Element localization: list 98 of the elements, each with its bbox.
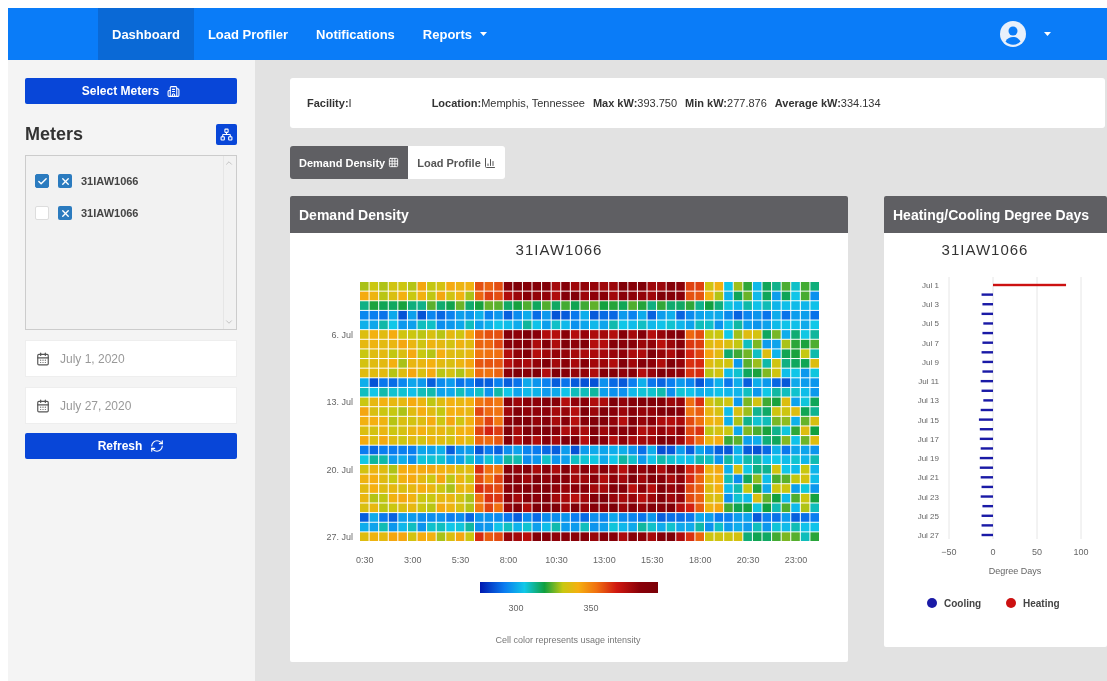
axis-label: Jul 21	[917, 473, 939, 483]
axis-label: Jul 23	[917, 492, 939, 502]
axis-label: Jul 13	[917, 396, 939, 406]
cooling-bar	[981, 533, 993, 537]
scale-label: 350	[583, 603, 599, 613]
grid-icon	[388, 157, 400, 168]
cooling-bar	[980, 408, 993, 412]
chart-title: 31IAW1066	[941, 241, 1029, 258]
axis-label: 23:00	[784, 555, 808, 565]
cooling-bar	[980, 476, 993, 479]
axis-label: 13:00	[593, 555, 616, 565]
axis-label: 5:30	[451, 555, 470, 565]
scale-label: 300	[508, 603, 524, 613]
view-tab[interactable]: Demand Density	[290, 146, 409, 179]
cooling-bar	[983, 399, 993, 402]
start-date-field[interactable]: July 1, 2020	[25, 340, 237, 377]
cooling-bar	[982, 303, 993, 306]
nav-item[interactable]: Notifications	[302, 8, 409, 60]
building-icon	[167, 84, 181, 98]
cooling-bar	[979, 428, 993, 431]
nav-item[interactable]: Load Profiler	[193, 8, 303, 60]
axis-label: Jul 17	[917, 434, 939, 444]
cooling-bar	[981, 312, 993, 316]
cooling-bar	[978, 418, 993, 421]
cooling-bar	[982, 370, 993, 373]
cooling-bar	[979, 456, 993, 460]
caret-icon	[1044, 32, 1051, 36]
bar-chart-icon	[483, 156, 496, 169]
info-field: Facility:I	[307, 97, 352, 109]
axis-label: Jul 3	[922, 300, 939, 310]
axis-label: 0:30	[356, 555, 374, 565]
cooling-bar	[981, 389, 993, 392]
end-date-field[interactable]: July 27, 2020	[25, 387, 237, 424]
info-field: Min kW:277.876	[685, 97, 767, 109]
calendar-icon	[36, 351, 50, 366]
nav-item[interactable]: Reports	[408, 8, 501, 60]
axis-label: 8:00	[499, 555, 518, 565]
nav-item[interactable]: Dashboard	[98, 8, 194, 60]
axis-label: 6. Jul	[331, 329, 353, 340]
axis-label: 20:30	[736, 555, 760, 565]
panel-header: Heating/Cooling Degree Days	[884, 196, 1107, 233]
cooling-bar	[979, 437, 993, 441]
view-tab[interactable]: Load Profile	[408, 146, 505, 179]
axis-label: 13. Jul	[326, 397, 353, 408]
cooling-bar	[981, 293, 993, 296]
axis-label: 3:00	[403, 555, 422, 565]
hierarchy-button[interactable]	[216, 124, 237, 145]
user-avatar-icon[interactable]	[1000, 21, 1026, 47]
cooling-bar	[982, 360, 993, 364]
cooling-bar	[980, 447, 993, 450]
panel-header: Demand Density	[290, 196, 848, 233]
select-meters-button[interactable]: Select Meters	[25, 78, 237, 104]
axis-label: 27. Jul	[326, 532, 353, 543]
axis-label: 20. Jul	[326, 464, 353, 475]
cooling-bar	[981, 524, 993, 527]
axis-label: Jul 25	[917, 511, 939, 521]
axis-label: Jul 1	[922, 281, 939, 290]
axis-title: Degree Days	[988, 566, 1042, 576]
meter-label: 31IAW1066	[81, 175, 139, 187]
cooling-bar	[983, 322, 993, 325]
cooling-bar	[981, 485, 993, 489]
cooling-bar	[980, 495, 993, 498]
axis-label: Jul 7	[922, 338, 939, 348]
axis-label: −50	[941, 547, 957, 557]
axis-label: 50	[1032, 547, 1042, 557]
meter-label: 31IAW1066	[81, 207, 139, 219]
cooling-bar	[980, 379, 993, 383]
axis-label: 100	[1073, 547, 1089, 557]
cooling-bar	[982, 504, 993, 508]
cooling-bar	[981, 514, 993, 517]
info-field: Max kW:393.750	[592, 97, 678, 109]
axis-label: Jul 19	[917, 454, 939, 464]
axis-label: Jul 11	[918, 377, 939, 387]
chart-caption: Cell color represents usage intensity	[495, 635, 641, 645]
cooling-bar	[981, 351, 993, 354]
cooling-bar	[979, 466, 993, 469]
legend-label: Cooling	[944, 598, 982, 609]
axis-label: 10:30	[545, 555, 568, 565]
chart-title: 31IAW1066	[515, 241, 603, 258]
cooling-bar	[982, 331, 993, 335]
axis-label: Jul 5	[922, 319, 939, 329]
remove-icon[interactable]	[58, 206, 72, 220]
refresh-button[interactable]: Refresh	[25, 433, 237, 459]
axis-label: Jul 15	[917, 415, 939, 425]
cooling-bar	[982, 341, 993, 344]
axis-label: Jul 27	[917, 531, 939, 540]
axis-label: 15:30	[641, 555, 664, 565]
axis-label: 18:00	[688, 555, 712, 565]
refresh-icon	[150, 439, 165, 453]
calendar-icon	[36, 398, 50, 413]
meters-heading: Meters	[25, 124, 84, 145]
checkbox[interactable]	[35, 174, 49, 188]
legend-label: Heating	[1023, 598, 1060, 609]
info-field: Location:Memphis, Tennessee	[431, 97, 585, 109]
remove-icon[interactable]	[58, 174, 72, 188]
info-field: Average kW:334.134	[774, 97, 881, 109]
axis-label: Jul 9	[922, 357, 939, 367]
axis-label: 0	[990, 547, 996, 557]
